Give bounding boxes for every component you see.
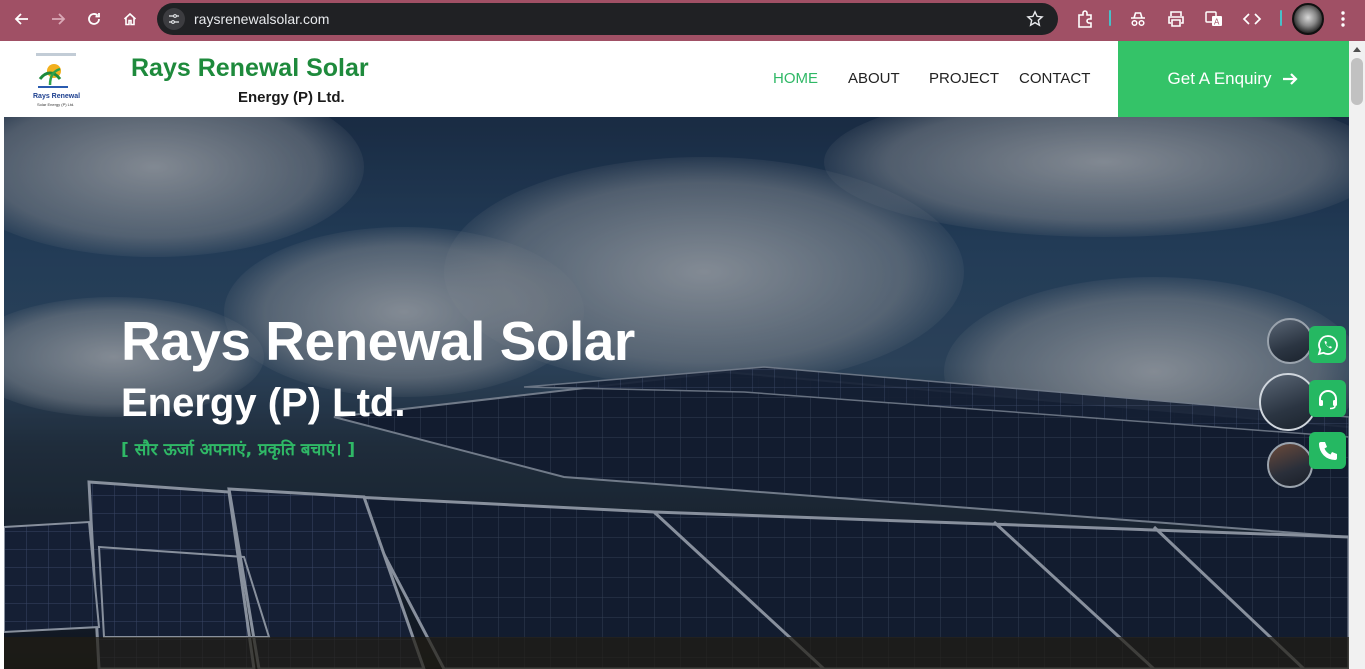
url-text[interactable]: raysrenewalsolar.com	[194, 11, 329, 27]
print-icon[interactable]	[1166, 9, 1186, 29]
whatsapp-icon	[1317, 334, 1338, 355]
nav-home[interactable]: HOME	[773, 70, 818, 87]
hero-title: Rays Renewal Solar	[121, 310, 635, 372]
site-info-icon[interactable]	[163, 8, 185, 30]
browser-toolbar: raysrenewalsolar.com A	[0, 0, 1365, 41]
logo-subtext: Solar Energy (P) Ltd.	[37, 102, 74, 107]
phone-button[interactable]	[1309, 432, 1346, 469]
web-page: Rays Renewal Solar Energy (P) Ltd. Rays …	[0, 41, 1349, 669]
get-enquiry-button[interactable]: Get A Enquiry	[1118, 41, 1349, 117]
page-scrollbar[interactable]	[1349, 41, 1365, 669]
support-button[interactable]	[1309, 380, 1346, 417]
hero-tagline: [ सौर ऊर्जा अपनाएं, प्रकृति बचाएं। ]	[121, 440, 356, 460]
phone-icon	[1318, 441, 1337, 460]
scrollbar-thumb[interactable]	[1351, 58, 1363, 105]
whatsapp-button[interactable]	[1309, 326, 1346, 363]
address-bar[interactable]: raysrenewalsolar.com	[157, 3, 1058, 35]
incognito-icon[interactable]	[1128, 9, 1148, 29]
site-header: Rays Renewal Solar Energy (P) Ltd. Rays …	[0, 41, 1349, 117]
svg-text:A: A	[1214, 18, 1220, 27]
back-icon[interactable]	[10, 7, 34, 31]
extensions-icon[interactable]	[1075, 9, 1095, 29]
enquiry-button-label: Get A Enquiry	[1167, 69, 1272, 88]
bookmark-star-icon[interactable]	[1026, 10, 1044, 28]
forward-icon[interactable]	[46, 7, 70, 31]
headset-icon	[1318, 389, 1337, 409]
site-logo[interactable]: Rays Renewal Solar Energy (P) Ltd.	[30, 51, 82, 109]
logo-text: Rays Renewal	[33, 93, 80, 100]
hero-banner: Rays Renewal Solar Energy (P) Ltd. [ सौर…	[4, 117, 1349, 669]
devtools-code-icon[interactable]	[1242, 9, 1262, 29]
scroll-up-arrow-icon[interactable]	[1353, 47, 1361, 52]
home-icon[interactable]	[118, 7, 142, 31]
more-options-icon[interactable]	[1333, 9, 1353, 29]
reload-icon[interactable]	[82, 7, 106, 31]
arrow-right-icon	[1283, 73, 1299, 85]
hero-subtitle: Energy (P) Ltd.	[121, 381, 406, 425]
nav-contact[interactable]: CONTACT	[1019, 70, 1090, 87]
brand-suffix[interactable]: Energy (P) Ltd.	[238, 89, 345, 106]
profile-avatar[interactable]	[1292, 3, 1324, 35]
slide-thumbnail[interactable]	[1267, 442, 1313, 488]
brand-name[interactable]: Rays Renewal Solar	[131, 54, 369, 83]
translate-icon[interactable]: A	[1204, 9, 1224, 29]
slide-thumbnail[interactable]	[1267, 318, 1313, 364]
toolbar-separator	[1280, 10, 1282, 26]
nav-project[interactable]: PROJECT	[929, 70, 999, 87]
toolbar-separator	[1109, 10, 1111, 26]
nav-about[interactable]: ABOUT	[848, 70, 900, 87]
